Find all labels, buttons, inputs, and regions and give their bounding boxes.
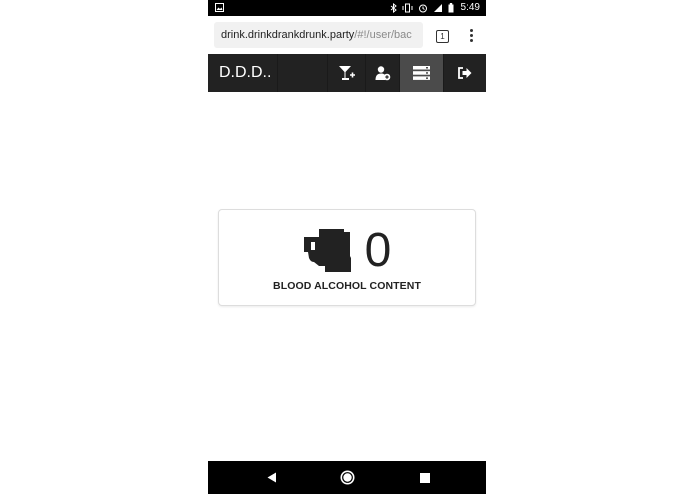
bac-view-button[interactable] xyxy=(399,54,443,92)
status-time: 5:49 xyxy=(460,2,480,13)
bac-label: BLOOD ALCOHOL CONTENT xyxy=(273,280,421,292)
beer-mug-icon xyxy=(303,229,351,272)
bac-card: 0 BLOOD ALCOHOL CONTENT xyxy=(218,209,476,306)
status-icons: 5:49 xyxy=(390,2,480,13)
bac-row: 0 xyxy=(219,226,475,276)
tab-switcher-button[interactable]: 1 xyxy=(436,30,449,43)
sign-out-icon xyxy=(458,67,472,79)
recents-button[interactable] xyxy=(413,461,437,494)
signal-icon xyxy=(433,3,442,12)
brand-logo[interactable]: D.D.D.. xyxy=(208,54,278,92)
home-circle-icon xyxy=(340,470,354,485)
cocktail-add-icon xyxy=(338,66,355,80)
phone-screen: 5:49 drink.drinkdrankdrunk.party/#!/user… xyxy=(208,0,486,494)
add-drink-button[interactable] xyxy=(327,54,365,92)
recents-square-icon xyxy=(420,472,430,483)
server-list-icon xyxy=(413,66,430,80)
home-button[interactable] xyxy=(335,461,359,494)
back-button[interactable] xyxy=(260,461,284,494)
url-bar[interactable]: drink.drinkdrankdrunk.party/#!/user/bac xyxy=(214,22,423,48)
add-user-button[interactable] xyxy=(365,54,399,92)
bac-value: 0 xyxy=(364,224,392,277)
android-nav-bar xyxy=(208,461,486,494)
url-domain: drink.drinkdrankdrunk.party xyxy=(221,29,355,41)
alarm-icon xyxy=(418,4,427,12)
overflow-menu-icon[interactable] xyxy=(466,27,476,45)
status-bar: 5:49 xyxy=(208,0,486,16)
browser-toolbar: drink.drinkdrankdrunk.party/#!/user/bac … xyxy=(208,16,486,55)
app-navbar: D.D.D.. xyxy=(208,54,486,92)
image-notification-icon xyxy=(215,3,224,14)
url-path: /#!/user/bac xyxy=(354,29,412,41)
bluetooth-icon xyxy=(390,2,397,13)
user-add-icon xyxy=(375,66,390,81)
sign-out-button[interactable] xyxy=(443,54,486,92)
battery-icon xyxy=(448,2,454,12)
vibrate-icon xyxy=(402,3,413,12)
back-triangle-icon xyxy=(267,472,276,483)
